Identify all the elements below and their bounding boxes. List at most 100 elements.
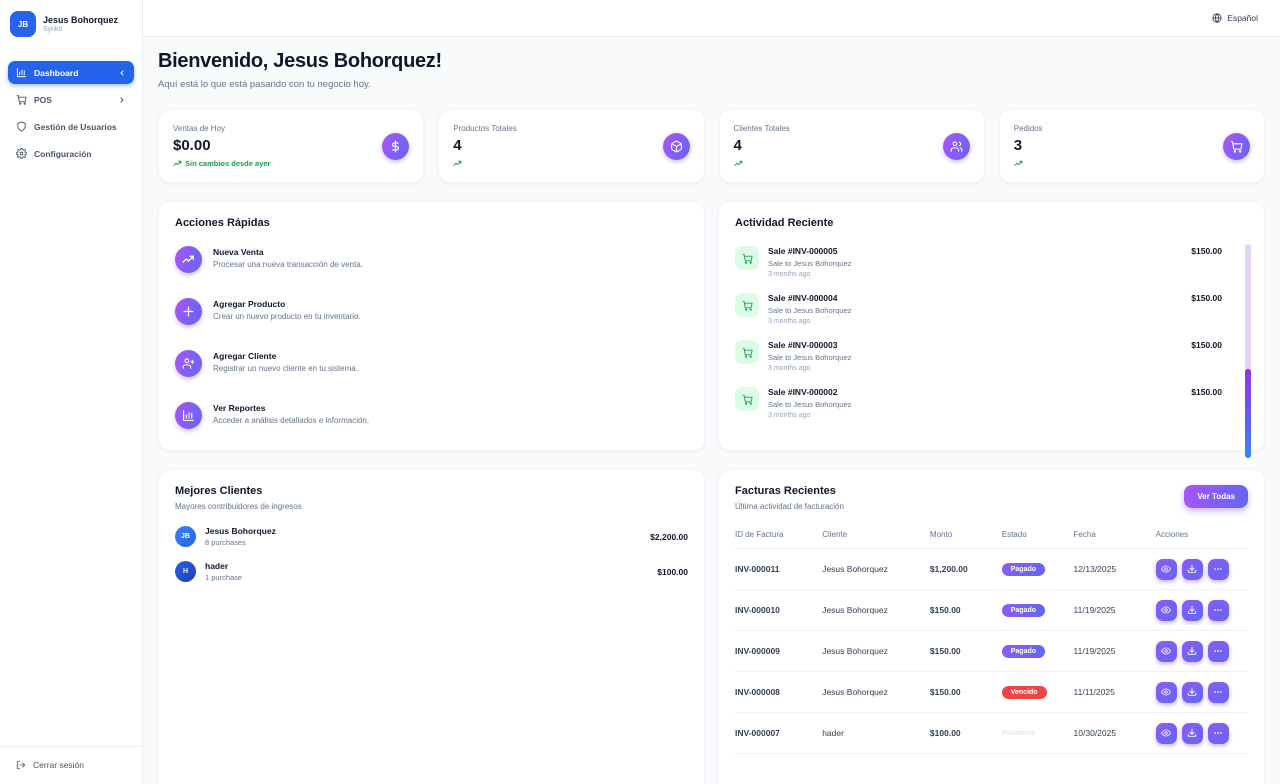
cart-icon [735, 293, 759, 317]
eye-icon [1161, 687, 1171, 697]
sidebar-item-pos[interactable]: POS [8, 88, 134, 111]
gear-icon [16, 148, 27, 159]
sidebar-item-settings[interactable]: Configuración [8, 142, 134, 165]
language-selector[interactable]: Español [1212, 13, 1258, 23]
dollar-icon [382, 133, 409, 160]
cart-icon [735, 246, 759, 270]
customer-purchases: 1 purchase [205, 573, 242, 582]
table-row: INV-000008 Jesus Bohorquez $150.00 Venci… [735, 672, 1248, 713]
download-invoice-button[interactable] [1182, 641, 1203, 662]
stat-value: 3 [1014, 137, 1043, 154]
shield-icon [16, 121, 27, 132]
trending-up-icon [734, 159, 743, 168]
quick-action-view-reports[interactable]: Ver Reportes Acceder a análisis detallad… [175, 402, 688, 429]
quick-action-title: Ver Reportes [213, 403, 369, 413]
invoice-id: INV-000011 [735, 549, 822, 590]
quick-actions-list: Nueva Venta Procesar una nueva transacci… [175, 246, 688, 429]
logout-button[interactable]: Cerrar sesión [16, 760, 126, 770]
plus-icon [175, 298, 202, 325]
customer-name: Jesus Bohorquez [205, 526, 276, 536]
sidebar-item-label: Dashboard [34, 68, 78, 78]
sidebar-item-label: Gestión de Usuarios [34, 122, 117, 132]
view-invoice-button[interactable] [1156, 600, 1177, 621]
invoice-amount: $150.00 [930, 590, 1002, 631]
invoice-date: 11/19/2025 [1074, 631, 1156, 672]
customer-amount: $100.00 [657, 567, 688, 577]
more-actions-button[interactable] [1208, 723, 1229, 744]
column-header: Acciones [1156, 523, 1248, 549]
activity-item: Sale #INV-000003 Sale to Jesus Bohorquez… [735, 340, 1248, 372]
more-actions-button[interactable] [1208, 641, 1229, 662]
quick-action-description: Acceder a análisis detallados e informac… [213, 416, 369, 425]
stat-card-customers: Clientes Totales 4 [719, 109, 985, 183]
more-actions-button[interactable] [1208, 682, 1229, 703]
view-all-button[interactable]: Ver Todas [1184, 485, 1248, 508]
recent-invoices-card: Facturas Recientes Última actividad de f… [718, 469, 1265, 784]
trending-up-icon [1014, 159, 1023, 168]
activity-subtitle: Sale to Jesus Bohorquez [768, 306, 851, 315]
stat-trend [734, 159, 790, 168]
status-badge: Pagado [1002, 645, 1045, 658]
download-invoice-button[interactable] [1182, 682, 1203, 703]
view-invoice-button[interactable] [1156, 723, 1177, 744]
invoice-amount: $150.00 [930, 672, 1002, 713]
customer-name: hader [205, 561, 242, 571]
sidebar-nav: Dashboard POS Gestión de Usuarios [8, 61, 134, 165]
view-invoice-button[interactable] [1156, 641, 1177, 662]
activity-scrollbar-thumb[interactable] [1245, 369, 1251, 458]
download-invoice-button[interactable] [1182, 723, 1203, 744]
table-row: INV-000010 Jesus Bohorquez $150.00 Pagad… [735, 590, 1248, 631]
activity-subtitle: Sale to Jesus Bohorquez [768, 353, 851, 362]
quick-action-new-sale[interactable]: Nueva Venta Procesar una nueva transacci… [175, 246, 688, 273]
quick-action-add-customer[interactable]: Agregar Cliente Registrar un nuevo clien… [175, 350, 688, 377]
eye-icon [1161, 605, 1171, 615]
quick-action-add-product[interactable]: Agregar Producto Crear un nuevo producto… [175, 298, 688, 325]
user-name: Jesus Bohorquez [43, 15, 118, 26]
invoice-id: INV-000007 [735, 713, 822, 754]
invoice-client: Jesus Bohorquez [822, 549, 930, 590]
logout-label: Cerrar sesión [33, 760, 84, 770]
download-invoice-button[interactable] [1182, 559, 1203, 580]
customer-purchases: 8 purchases [205, 538, 276, 547]
page-title: Bienvenido, Jesus Bohorquez! [158, 50, 1265, 73]
invoice-date: 11/19/2025 [1074, 590, 1156, 631]
more-actions-button[interactable] [1208, 559, 1229, 580]
stat-card-sales: Ventas de Hoy $0.00 Sin cambios desde ay… [158, 109, 424, 183]
activity-item: Sale #INV-000002 Sale to Jesus Bohorquez… [735, 387, 1248, 419]
invoices-table: ID de Factura Cliente Monto Estado Fecha… [735, 523, 1248, 754]
column-header: Fecha [1074, 523, 1156, 549]
status-badge: Vencido [1002, 686, 1047, 699]
more-icon [1213, 646, 1223, 656]
activity-scrollbar-track[interactable] [1245, 244, 1251, 458]
card-title: Mejores Clientes [175, 485, 688, 497]
stat-label: Ventas de Hoy [173, 124, 270, 133]
sidebar-footer: Cerrar sesión [0, 746, 142, 784]
table-row: INV-000007 hader $100.00 Pendiente 10/30… [735, 713, 1248, 754]
download-invoice-button[interactable] [1182, 600, 1203, 621]
quick-action-description: Crear un nuevo producto en tu inventario… [213, 312, 361, 321]
status-badge: Pagado [1002, 604, 1045, 617]
status-badge: Pagado [1002, 563, 1045, 576]
invoice-amount: $1,200.00 [930, 549, 1002, 590]
card-title: Actividad Reciente [735, 217, 1248, 229]
view-invoice-button[interactable] [1156, 682, 1177, 703]
stat-label: Productos Totales [453, 124, 516, 133]
quick-action-title: Nueva Venta [213, 247, 363, 257]
cart-icon [735, 387, 759, 411]
activity-title: Sale #INV-000003 [768, 340, 851, 350]
more-icon [1213, 687, 1223, 697]
view-invoice-button[interactable] [1156, 559, 1177, 580]
stat-card-products: Productos Totales 4 [438, 109, 704, 183]
activity-item: Sale #INV-000005 Sale to Jesus Bohorquez… [735, 246, 1248, 278]
invoice-date: 10/30/2025 [1074, 713, 1156, 754]
sidebar-item-dashboard[interactable]: Dashboard [8, 61, 134, 84]
activity-time: 3 months ago [768, 365, 851, 372]
sidebar-item-user-management[interactable]: Gestión de Usuarios [8, 115, 134, 138]
quick-actions-card: Acciones Rápidas Nueva Venta Procesar un… [158, 201, 705, 451]
customer-list: JB Jesus Bohorquez 8 purchases $2,200.00… [175, 526, 688, 582]
more-actions-button[interactable] [1208, 600, 1229, 621]
quick-action-title: Agregar Producto [213, 299, 361, 309]
sidebar: JB Jesus Bohorquez Synko Dashboard POS [0, 0, 143, 784]
avatar: JB [175, 526, 196, 547]
main-area: Español Bienvenido, Jesus Bohorquez! Aqu… [143, 0, 1280, 784]
